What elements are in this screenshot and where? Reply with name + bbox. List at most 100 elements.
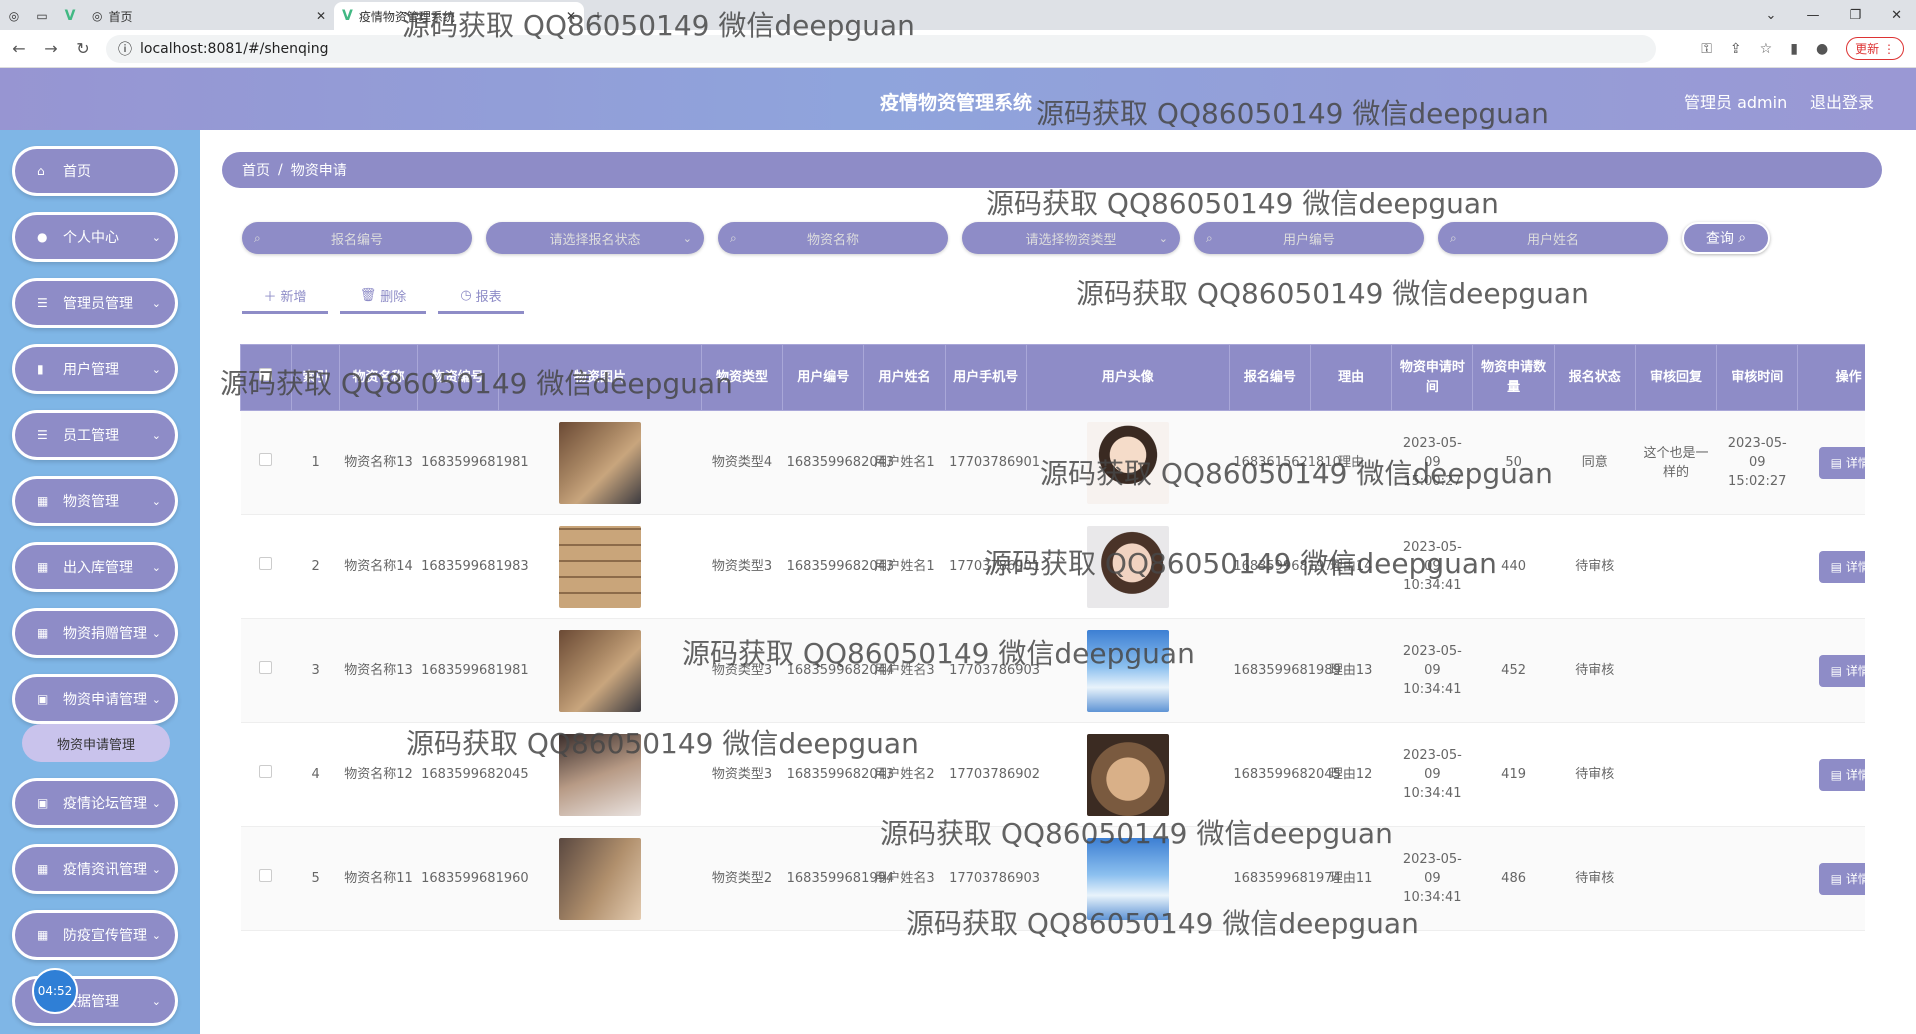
action-bar: ＋新增 🗑 删除 ◷ 报表	[242, 280, 524, 314]
operation-cell: ▤ 详情	[1797, 618, 1865, 723]
table-cell-no: 1683599681981	[417, 618, 529, 723]
table-cell-idx: 1	[291, 410, 340, 515]
row-select-cell[interactable]	[240, 826, 292, 931]
table-cell-uno: 1683599682043	[782, 722, 894, 827]
chevron-down-icon: ⌄	[151, 928, 161, 942]
close-tab-icon[interactable]: ✕	[566, 9, 576, 23]
detail-button[interactable]: ▤ 详情	[1818, 758, 1865, 791]
detail-button[interactable]: ▤ 详情	[1818, 446, 1865, 479]
delete-button[interactable]: 🗑 删除	[340, 280, 426, 314]
apply-no-input[interactable]: ⌕ 报名编号	[242, 222, 472, 254]
query-button[interactable]: 查询 ⌕	[1682, 222, 1770, 254]
list-icon: ☰	[37, 428, 48, 442]
sidebar-item-label: 物资捐赠管理	[63, 626, 147, 642]
row-checkbox[interactable]	[259, 869, 273, 882]
row-select-cell[interactable]	[240, 618, 292, 723]
new-tab-button[interactable]: +	[584, 2, 612, 30]
key-icon[interactable]: ⚿	[1701, 41, 1712, 57]
tab-icon-2[interactable]: ▭	[28, 2, 56, 30]
table-cell-phone: 17703786903	[945, 826, 1040, 931]
grid-icon: ▦	[37, 494, 49, 508]
browser-tab-home[interactable]: ◎ 首页 ✕	[84, 2, 334, 30]
tab-icon-1[interactable]: ◎	[0, 2, 28, 30]
sidebar-item-home[interactable]: ⌂ 首页	[12, 146, 178, 196]
browser-tab-active[interactable]: V 疫情物资管理系统 ✕	[334, 2, 584, 30]
detail-button[interactable]: ▤ 详情	[1818, 654, 1865, 687]
sidebar-item-news[interactable]: ▦ 疫情资讯管理 ⌄	[12, 844, 178, 894]
row-checkbox[interactable]	[259, 557, 273, 570]
sidebar-item-propaganda[interactable]: ▦ 防疫宣传管理 ⌄	[12, 910, 178, 960]
table-cell-qty: 440	[1472, 514, 1555, 619]
row-checkbox[interactable]	[259, 661, 273, 674]
profile-icon[interactable]: ●	[1816, 41, 1828, 57]
forward-icon[interactable]: →	[38, 39, 64, 58]
close-tab-icon[interactable]: ✕	[316, 9, 326, 23]
column-header: 索引	[290, 344, 341, 411]
star-icon[interactable]: ☆	[1760, 41, 1773, 57]
reload-icon[interactable]: ↻	[70, 39, 96, 58]
table-cell-idx: 4	[291, 722, 340, 827]
minimize-icon[interactable]: —	[1806, 8, 1819, 23]
table-cell-audit_time	[1716, 722, 1798, 827]
column-header: 物资图片	[497, 344, 702, 411]
search-icon: ⌕	[1450, 230, 1457, 245]
sidebar-item-admin[interactable]: ☰ 管理员管理 ⌄	[12, 278, 178, 328]
sidebar-item-application[interactable]: ▣ 物资申请管理 ⌄	[12, 674, 178, 724]
apply-no-placeholder: 报名编号	[330, 232, 383, 248]
sidebar-item-goods[interactable]: ▦ 物资管理 ⌄	[12, 476, 178, 526]
operation-cell: ▤ 详情	[1797, 826, 1865, 931]
tab-search-icon[interactable]: ⌄	[1766, 8, 1777, 23]
goods-image	[558, 837, 641, 920]
sidebar-item-users[interactable]: ▮ 用户管理 ⌄	[12, 344, 178, 394]
operation-cell: ▤ 详情	[1797, 410, 1865, 515]
sidebar-item-donation[interactable]: ▦ 物资捐赠管理 ⌄	[12, 608, 178, 658]
sidebar-item-staff[interactable]: ☰ 员工管理 ⌄	[12, 410, 178, 460]
avatar-cell	[1026, 826, 1230, 931]
row-checkbox[interactable]	[259, 765, 273, 778]
user-no-input[interactable]: ⌕ 用户编号	[1194, 222, 1424, 254]
close-window-icon[interactable]: ✕	[1891, 8, 1902, 23]
sidebar-item-profile[interactable]: ● 个人中心 ⌄	[12, 212, 178, 262]
row-checkbox[interactable]	[259, 453, 273, 466]
sidepanel-icon[interactable]: ▮	[1790, 41, 1798, 57]
goods-type-select[interactable]: 请选择物资类型 ⌄	[962, 222, 1180, 254]
table-cell-status: 待审核	[1554, 722, 1636, 827]
restore-icon[interactable]: ❐	[1849, 8, 1861, 23]
row-select-cell[interactable]	[240, 514, 292, 619]
column-header: 报名编号	[1228, 344, 1312, 411]
system-title: 疫情物资管理系统	[880, 92, 1033, 114]
row-select-cell[interactable]	[240, 722, 292, 827]
detail-button[interactable]: ▤ 详情	[1818, 862, 1865, 895]
submenu-application[interactable]: 物资申请管理	[22, 724, 170, 762]
chevron-down-icon: ⌄	[151, 692, 161, 706]
home-icon: ⌂	[37, 164, 45, 178]
add-button[interactable]: ＋新增	[242, 280, 328, 314]
search-icon: ⌕	[1738, 230, 1747, 246]
detail-button[interactable]: ▤ 详情	[1818, 550, 1865, 583]
apply-status-select[interactable]: 请选择报名状态 ⌄	[486, 222, 704, 254]
report-button[interactable]: ◷ 报表	[438, 280, 524, 314]
select-all-header[interactable]	[240, 344, 292, 411]
select-all-checkbox[interactable]	[259, 367, 273, 381]
goods-name-input[interactable]: ⌕ 物资名称	[718, 222, 948, 254]
column-header: 审核回复	[1634, 344, 1718, 411]
tab-icon-vue[interactable]: V	[56, 2, 84, 30]
back-icon[interactable]: ←	[6, 39, 32, 58]
table-cell-qty: 452	[1472, 618, 1555, 723]
sidebar-item-forum[interactable]: ▣ 疫情论坛管理 ⌄	[12, 778, 178, 828]
sidebar-item-stock[interactable]: ▦ 出入库管理 ⌄	[12, 542, 178, 592]
url-field[interactable]: ⓘ localhost:8081/#/shenqing	[106, 34, 1656, 63]
share-icon[interactable]: ⇪	[1730, 41, 1742, 57]
table-cell-reply	[1635, 722, 1717, 827]
avatar	[1086, 837, 1169, 920]
user-name-input[interactable]: ⌕ 用户姓名	[1438, 222, 1668, 254]
update-button[interactable]: 更新 ⋮	[1846, 37, 1904, 60]
info-icon[interactable]: ⓘ	[118, 39, 132, 59]
row-select-cell[interactable]	[240, 410, 292, 515]
breadcrumb-home[interactable]: 首页	[242, 160, 270, 180]
user-icon: ●	[37, 230, 48, 244]
logout-link[interactable]: 退出登录	[1810, 89, 1874, 113]
table-header-row: 索引 物资名称 物资编号 物资图片 物资类型 用户编号 用户姓名 用户手机号 用…	[240, 344, 1865, 411]
table-cell-reply	[1635, 826, 1717, 931]
column-header: 用户编号	[782, 344, 865, 411]
